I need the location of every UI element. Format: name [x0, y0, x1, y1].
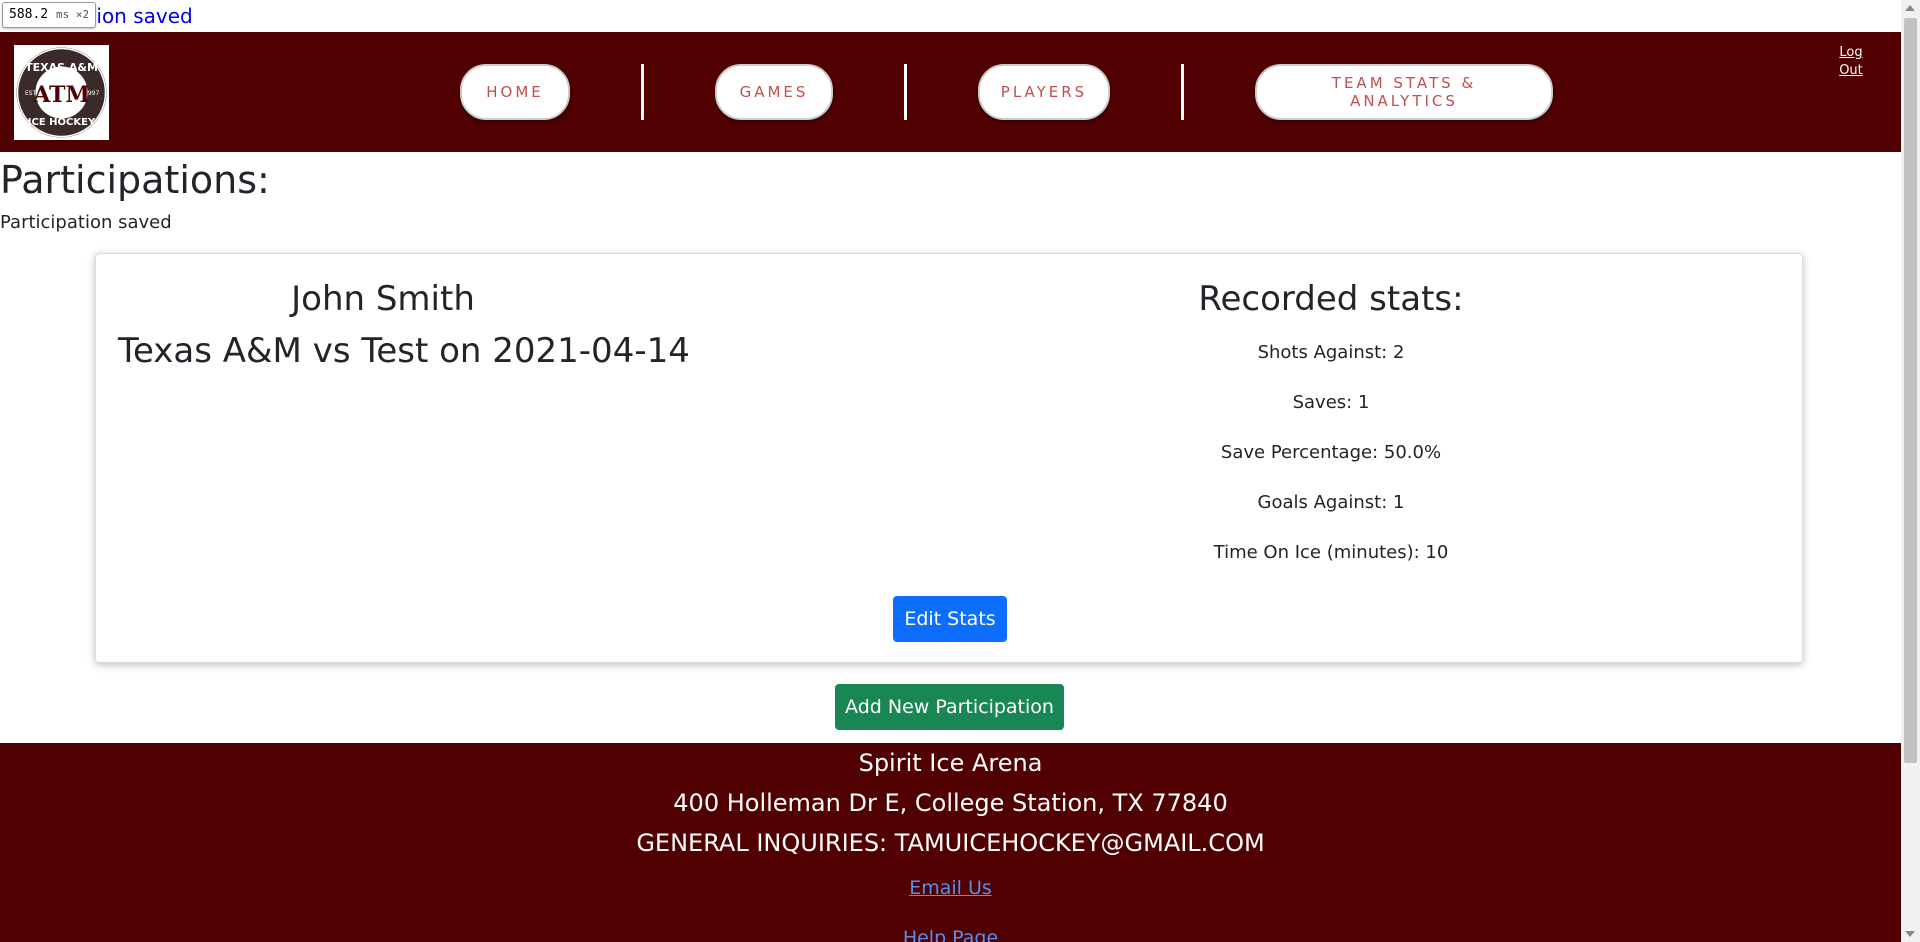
scroll-thumb[interactable]: [1904, 18, 1917, 763]
team-logo[interactable]: TEXAS A&M ICE HOCKEY EST. 1997 ATM: [14, 45, 109, 140]
logo-bottom-text: ICE HOCKEY: [28, 117, 96, 128]
stat-goals-against: Goals Against: 1: [1257, 492, 1405, 513]
scroll-down-icon[interactable]: [1905, 931, 1915, 937]
logo-center-text: ATM: [32, 82, 90, 108]
logout-line-1: Log: [1839, 45, 1863, 60]
nav-games-button[interactable]: GAMES: [715, 64, 833, 120]
page-title: Participations:: [0, 158, 270, 202]
team-logo-icon: TEXAS A&M ICE HOCKEY EST. 1997 ATM: [16, 47, 107, 138]
logo-top-text: TEXAS A&M: [25, 61, 98, 74]
add-participation-button[interactable]: Add New Participation: [835, 684, 1064, 730]
site-header: TEXAS A&M ICE HOCKEY EST. 1997 ATM HOME …: [0, 32, 1901, 152]
footer-venue: Spirit Ice Arena: [858, 749, 1043, 777]
stat-save-percentage: Save Percentage: 50.0%: [1220, 442, 1442, 463]
participation-info: John Smith Texas A&M vs Test on 2021-04-…: [118, 274, 690, 378]
page: Participation saved 588.2 ms ×2 TEXAS A&…: [0, 0, 1901, 942]
page-scrollbar[interactable]: [1901, 0, 1920, 942]
stats-heading: Recorded stats:: [1198, 279, 1464, 319]
help-page-link[interactable]: Help Page: [903, 913, 998, 942]
nav-players-button[interactable]: PLAYERS: [978, 64, 1110, 120]
recorded-stats: Recorded stats: Shots Against: 2 Saves: …: [1096, 274, 1566, 578]
top-flash-message: Participation saved 588.2 ms ×2: [0, 0, 1901, 32]
stat-shots-against: Shots Against: 2: [1257, 342, 1405, 363]
performance-unit: ms ×2: [55, 8, 90, 21]
performance-badge: 588.2 ms ×2: [2, 2, 97, 28]
edit-stats-button[interactable]: Edit Stats: [893, 596, 1007, 642]
nav-divider: [1181, 64, 1184, 120]
participation-card: John Smith Texas A&M vs Test on 2021-04-…: [95, 253, 1803, 663]
nav-home-button[interactable]: HOME: [460, 64, 570, 120]
site-footer: Spirit Ice Arena 400 Holleman Dr E, Coll…: [0, 743, 1901, 942]
main-nav: HOME GAMES PLAYERS TEAM STATS & ANALYTIC…: [460, 64, 1553, 120]
flash-message: Participation saved: [0, 212, 172, 233]
footer-address: 400 Holleman Dr E, College Station, TX 7…: [673, 789, 1228, 817]
performance-value: 588.2: [9, 7, 49, 22]
player-name: John Smith: [291, 279, 475, 319]
footer-inquiries: GENERAL INQUIRIES: TAMUICEHOCKEY@GMAIL.C…: [636, 829, 1265, 857]
nav-team-stats-button[interactable]: TEAM STATS & ANALYTICS: [1255, 64, 1553, 120]
logout-link[interactable]: Log Out: [1831, 44, 1871, 80]
logout-line-2: Out: [1839, 63, 1863, 78]
stat-saves: Saves: 1: [1292, 392, 1370, 413]
scroll-up-icon[interactable]: [1905, 5, 1915, 11]
nav-divider: [904, 64, 907, 120]
stat-time-on-ice: Time On Ice (minutes): 10: [1213, 542, 1449, 563]
game-description: Texas A&M vs Test on 2021-04-14: [118, 331, 690, 371]
nav-divider: [641, 64, 644, 120]
email-us-link[interactable]: Email Us: [909, 863, 992, 913]
